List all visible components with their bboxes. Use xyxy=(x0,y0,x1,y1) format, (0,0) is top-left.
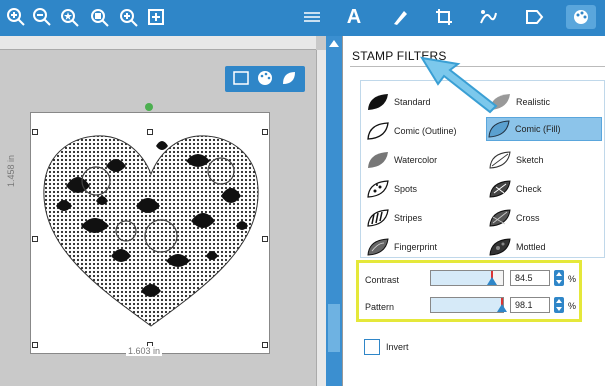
pattern-slider-fill xyxy=(431,298,502,312)
resize-handle-bottom-left[interactable] xyxy=(32,342,38,348)
filter-mottled[interactable]: Mottled xyxy=(488,235,546,259)
pattern-input[interactable]: 98.1 xyxy=(510,297,550,313)
contrast-slider[interactable] xyxy=(430,270,504,286)
filter-stripes[interactable]: Stripes xyxy=(366,206,422,230)
object-toolbar xyxy=(225,66,305,92)
contrast-label: Contrast xyxy=(365,275,400,285)
filter-comic-outline[interactable]: Comic (Outline) xyxy=(366,119,457,143)
contrast-spinner[interactable] xyxy=(554,270,564,286)
invert-label: Invert xyxy=(386,342,409,352)
vertical-scrollbar[interactable] xyxy=(326,36,342,386)
zoom-in-icon[interactable] xyxy=(4,5,28,29)
filter-watercolor[interactable]: Watercolor xyxy=(366,148,437,172)
filter-label: Fingerprint xyxy=(394,242,438,252)
pattern-label: Pattern xyxy=(365,302,395,312)
filter-label: Cross xyxy=(516,213,540,223)
scroll-up-icon[interactable] xyxy=(329,40,339,47)
main-toolbar: A xyxy=(0,0,605,36)
vertical-ruler xyxy=(316,50,326,386)
filter-spots[interactable]: Spots xyxy=(366,177,417,201)
filter-label: Realistic xyxy=(516,97,551,107)
invert-checkbox[interactable] xyxy=(364,339,380,355)
leaf-outline-icon xyxy=(367,122,389,140)
stamped-heart-image[interactable] xyxy=(36,126,266,341)
filter-check[interactable]: Check xyxy=(488,177,542,201)
filter-cross[interactable]: Cross xyxy=(488,206,540,230)
leaf-stripes-icon xyxy=(367,209,389,227)
leaf-fingerprint-icon xyxy=(367,238,389,256)
leaf-mottled-icon xyxy=(489,238,511,256)
text-tool[interactable]: A xyxy=(342,5,366,29)
lines-icon[interactable] xyxy=(300,5,324,29)
zoom-fit-icon[interactable] xyxy=(58,5,82,29)
leaf-watercolor-icon xyxy=(368,152,388,168)
filter-label: Spots xyxy=(394,184,418,194)
resize-handle-top-right[interactable] xyxy=(262,129,268,135)
fit-page-icon[interactable] xyxy=(144,5,168,29)
leaf-spots-icon xyxy=(367,180,389,198)
horizontal-ruler xyxy=(0,36,316,50)
pattern-slider-knob[interactable] xyxy=(497,304,507,312)
filter-label: Check xyxy=(516,184,542,194)
width-dimension: 1.603 in xyxy=(126,346,163,356)
leaf-icon[interactable] xyxy=(281,70,297,89)
resize-handle-top-left[interactable] xyxy=(32,129,38,135)
pan-icon[interactable] xyxy=(116,5,140,29)
resize-handle-right[interactable] xyxy=(262,236,268,242)
pattern-spinner[interactable] xyxy=(554,297,564,313)
rectangle-icon[interactable] xyxy=(233,70,249,88)
filter-label: Comic (Fill) xyxy=(515,124,561,134)
rotate-handle[interactable] xyxy=(145,103,153,111)
filter-label: Sketch xyxy=(516,155,544,165)
resize-handle-bottom-right[interactable] xyxy=(262,342,268,348)
palette-small-icon[interactable] xyxy=(257,70,273,89)
height-dimension: 1.458 in xyxy=(6,155,16,188)
filter-label: Mottled xyxy=(516,242,546,252)
crop-icon[interactable] xyxy=(432,5,456,29)
contrast-input[interactable]: 84.5 xyxy=(510,270,550,286)
leaf-cross-icon xyxy=(489,209,511,227)
pattern-unit: % xyxy=(568,301,577,311)
draw-icon[interactable] xyxy=(388,5,412,29)
contrast-slider-fill xyxy=(431,271,492,285)
contrast-slider-knob[interactable] xyxy=(487,277,497,285)
filter-label: Watercolor xyxy=(394,155,438,165)
resize-handle-top[interactable] xyxy=(147,129,153,135)
filter-sketch[interactable]: Sketch xyxy=(488,148,544,172)
leaf-sketch-icon xyxy=(489,151,511,169)
filter-label: Comic (Outline) xyxy=(394,126,457,136)
scrollbar-thumb[interactable] xyxy=(328,304,340,352)
leaf-comic-fill-icon xyxy=(488,120,510,138)
zoom-selection-icon[interactable] xyxy=(88,5,112,29)
send-icon[interactable] xyxy=(522,5,546,29)
filter-comic-fill[interactable]: Comic (Fill) xyxy=(486,117,602,141)
filter-fingerprint[interactable]: Fingerprint xyxy=(366,235,437,259)
resize-handle-left[interactable] xyxy=(32,236,38,242)
trace-icon[interactable] xyxy=(476,5,500,29)
palette-icon[interactable] xyxy=(566,5,596,29)
filter-label: Stripes xyxy=(394,213,423,223)
contrast-unit: % xyxy=(568,274,577,284)
pattern-slider[interactable] xyxy=(430,297,507,313)
callout-arrow-icon xyxy=(419,56,498,114)
leaf-check-icon xyxy=(489,180,511,198)
zoom-out-icon[interactable] xyxy=(30,5,54,29)
leaf-solid-icon xyxy=(368,94,388,110)
